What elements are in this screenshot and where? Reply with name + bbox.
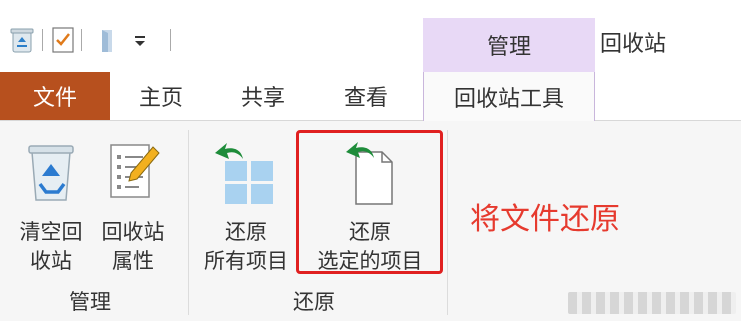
recycle-bin-icon[interactable] — [10, 26, 34, 54]
group-separator — [447, 130, 448, 315]
window-title: 回收站 — [600, 32, 667, 57]
recycle-bin-icon — [24, 132, 78, 212]
recycle-bin-properties-button[interactable]: 回收站 属性 — [96, 132, 170, 276]
restore-all-icon — [213, 132, 279, 212]
annotation-text: 将文件还原 — [470, 202, 620, 237]
qat-separator — [42, 29, 43, 51]
restore-all-label-line2: 所有项目 — [204, 249, 288, 273]
contextual-tab-manage[interactable]: 管理 — [423, 18, 595, 72]
properties-label-line2: 属性 — [112, 249, 154, 273]
empty-recycle-bin-button[interactable]: 清空回 收站 — [12, 132, 90, 276]
group-label-manage: 管理 — [69, 290, 111, 314]
tab-recycle-bin-tools[interactable]: 回收站工具 — [423, 72, 595, 121]
ribbon-tabs: 文件 主页 共享 查看 回收站工具 — [0, 72, 741, 121]
new-folder-icon[interactable] — [98, 26, 118, 54]
restore-all-label-line1: 还原 — [225, 220, 267, 244]
quick-access-toolbar — [10, 24, 179, 56]
properties-document-icon — [105, 132, 161, 212]
properties-checkbox-icon[interactable] — [51, 26, 75, 54]
empty-recycle-bin-label-line1: 清空回 — [19, 220, 83, 244]
qat-separator — [81, 29, 82, 51]
tab-share[interactable]: 共享 — [237, 72, 289, 120]
blurred-watermark — [568, 292, 736, 314]
group-separator — [188, 130, 189, 315]
highlight-annotation-box — [296, 130, 443, 274]
tab-home[interactable]: 主页 — [135, 72, 187, 120]
explorer-window: 管理 回收站 文件 主页 共享 查看 回收站工具 清空回 收站 回收站 属性 管… — [0, 0, 741, 321]
tab-view[interactable]: 查看 — [340, 72, 392, 120]
empty-recycle-bin-label-line2: 收站 — [30, 249, 72, 273]
tab-file[interactable]: 文件 — [0, 72, 110, 120]
qat-separator — [170, 29, 171, 51]
properties-label-line1: 回收站 — [101, 220, 165, 244]
group-label-restore: 还原 — [293, 290, 335, 314]
restore-all-items-button[interactable]: 还原 所有项目 — [196, 132, 296, 276]
customize-qat-dropdown-icon[interactable] — [132, 26, 148, 54]
title-bar: 管理 回收站 — [0, 0, 741, 72]
